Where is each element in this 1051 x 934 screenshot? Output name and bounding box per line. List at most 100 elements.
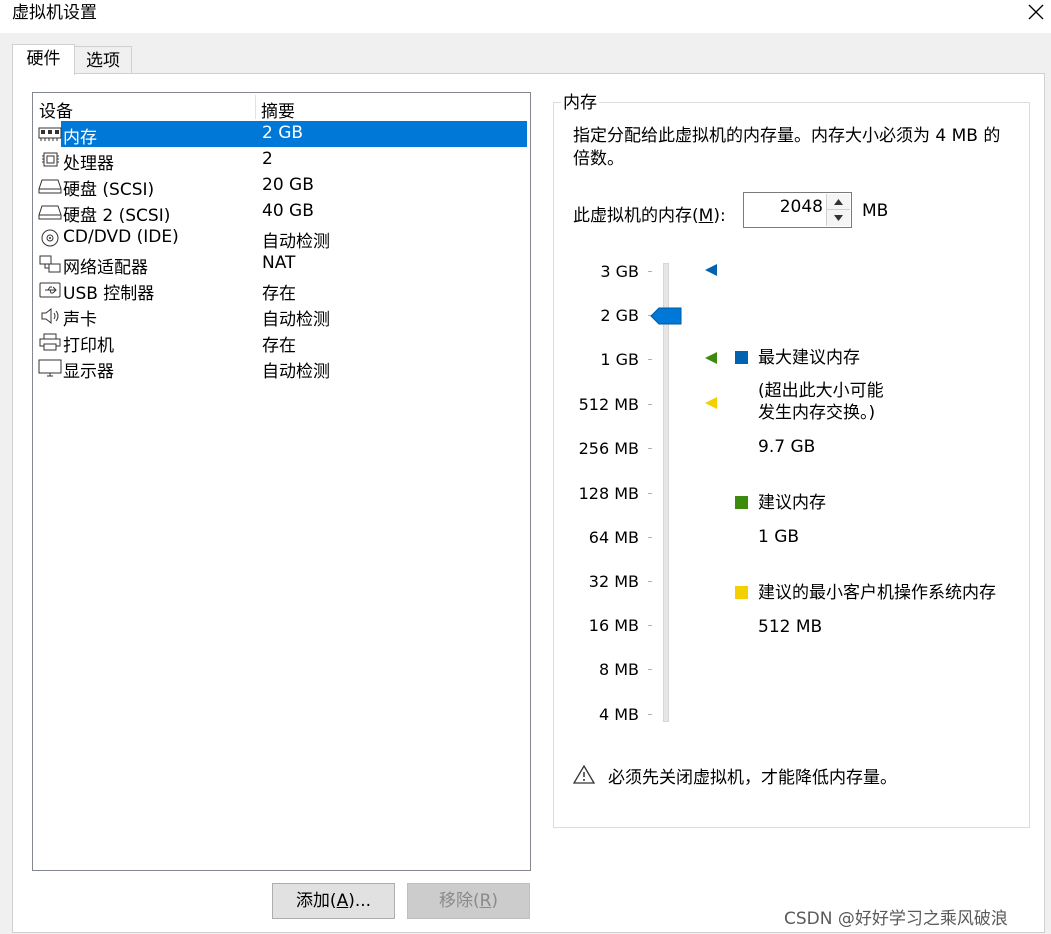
device-name: 声卡: [63, 310, 97, 330]
scale-tick: [648, 714, 652, 715]
device-row-hard-disk[interactable]: 硬盘 (SCSI) 20 GB: [35, 173, 529, 200]
device-summary: 存在: [262, 336, 296, 356]
spin-up-button[interactable]: [826, 194, 850, 210]
tab-hardware[interactable]: 硬件: [12, 44, 75, 75]
hard-disk-icon: [38, 205, 62, 220]
max-recommended-title: 最大建议内存: [758, 348, 860, 368]
device-row-hard-disk-2[interactable]: 硬盘 2 (SCSI) 40 GB: [35, 199, 529, 226]
scale-tick: [648, 404, 652, 405]
device-summary: 自动检测: [262, 232, 330, 252]
device-row-cd-dvd[interactable]: CD/DVD (IDE) 自动检测: [35, 225, 529, 252]
title-bar: 虚拟机设置: [0, 0, 1051, 33]
remove-button-prefix: 移除(: [438, 891, 480, 911]
column-header-device[interactable]: 设备: [39, 97, 73, 122]
monitor-icon: [38, 359, 62, 377]
memory-value-input[interactable]: 2048: [780, 197, 823, 217]
memory-unit: MB: [862, 201, 889, 221]
scale-label: 4 MB: [598, 705, 639, 724]
recommended-title: 建议内存: [758, 493, 826, 513]
minimum-marker-icon: [705, 397, 717, 409]
device-summary: 存在: [262, 284, 296, 304]
memory-description: 指定分配给此虚拟机的内存量。内存大小必须为 4 MB 的倍数。: [573, 126, 1001, 169]
printer-icon: [39, 333, 61, 351]
add-button-prefix: 添加(: [295, 891, 337, 911]
close-icon: [1028, 4, 1044, 20]
max-recommended-note-1: (超出此大小可能: [758, 381, 884, 401]
usb-icon: [39, 282, 61, 298]
device-row-display[interactable]: 显示器 自动检测: [35, 355, 529, 382]
device-summary: 2 GB: [262, 123, 304, 143]
list-header: 设备 摘要: [33, 93, 530, 122]
scale-label: 256 MB: [578, 439, 639, 458]
memory-slider-thumb[interactable]: [650, 307, 682, 325]
device-row-printer[interactable]: 打印机 存在: [35, 329, 529, 356]
memory-slider-track[interactable]: [663, 263, 669, 722]
scale-label: 2 GB: [600, 306, 639, 325]
network-adapter-icon: [39, 255, 61, 273]
scale-tick: [648, 581, 652, 582]
device-name: CD/DVD (IDE): [63, 227, 179, 247]
max-recommended-marker-icon: [705, 264, 717, 276]
minimum-square-icon: [735, 586, 748, 599]
recommended-square-icon: [735, 496, 748, 509]
remove-button-mnemonic: R: [479, 891, 492, 911]
add-button[interactable]: 添加(A)...: [272, 883, 395, 919]
device-summary: 自动检测: [262, 310, 330, 330]
watermark: CSDN @好好学习之乘风破浪: [784, 909, 1008, 929]
device-name: 内存: [63, 128, 97, 148]
device-summary: 2: [262, 149, 273, 169]
add-button-mnemonic: A: [336, 891, 349, 911]
cd-dvd-icon: [41, 229, 59, 247]
memory-spinbox[interactable]: 2048: [743, 192, 852, 228]
tab-options[interactable]: 选项: [75, 46, 132, 74]
device-summary: 20 GB: [262, 175, 314, 195]
memory-group-title: 内存: [561, 93, 599, 113]
scale-label: 64 MB: [588, 528, 639, 547]
device-row-usb-controller[interactable]: USB 控制器 存在: [35, 277, 529, 304]
memory-label-mnemonic: M: [698, 206, 714, 226]
scale-tick: [648, 448, 652, 449]
scale-label: 1 GB: [600, 350, 639, 369]
recommended-value: 1 GB: [758, 527, 800, 547]
scale-label: 512 MB: [578, 395, 639, 414]
device-name: 网络适配器: [63, 258, 148, 278]
device-row-sound-card[interactable]: 声卡 自动检测: [35, 303, 529, 330]
scale-tick: [648, 669, 652, 670]
warning-text: 必须先关闭虚拟机，才能降低内存量。: [608, 768, 897, 788]
device-row-memory[interactable]: 内存 2 GB: [35, 121, 529, 148]
device-name: 打印机: [63, 336, 114, 356]
device-name: 处理器: [63, 154, 114, 174]
recommended-marker-icon: [705, 352, 717, 364]
remove-button-suffix: ): [491, 891, 499, 911]
minimum-value: 512 MB: [758, 617, 823, 637]
scale-tick: [648, 625, 652, 626]
device-list[interactable]: 设备 摘要 内存 2 GB 处理器 2 硬盘 (SCSI) 20 GB 硬盘 2…: [32, 92, 531, 871]
device-name: 显示器: [63, 362, 114, 382]
device-name: USB 控制器: [63, 284, 155, 304]
max-recommended-note-2: 发生内存交换。): [758, 403, 876, 423]
warning-icon: [573, 764, 595, 784]
device-name: 硬盘 (SCSI): [63, 180, 155, 200]
scale-tick: [648, 359, 652, 360]
minimum-title: 建议的最小客户机操作系统内存: [758, 583, 996, 603]
memory-label-prefix: 此虚拟机的内存(: [573, 206, 699, 226]
device-summary: 自动检测: [262, 362, 330, 382]
spin-down-button[interactable]: [826, 210, 850, 226]
max-recommended-value: 9.7 GB: [758, 437, 816, 457]
scale-tick: [648, 493, 652, 494]
scale-label: 32 MB: [588, 572, 639, 591]
remove-button[interactable]: 移除(R): [407, 883, 530, 919]
hard-disk-icon: [38, 179, 62, 194]
triangle-down-icon: [834, 215, 843, 221]
device-row-processor[interactable]: 处理器 2: [35, 147, 529, 174]
scale-tick: [648, 271, 652, 272]
column-divider[interactable]: [255, 95, 256, 119]
scale-label: 3 GB: [600, 262, 639, 281]
scale-tick: [648, 537, 652, 538]
memory-label-suffix: ):: [713, 206, 726, 226]
column-header-summary[interactable]: 摘要: [261, 97, 295, 122]
speaker-icon: [41, 307, 59, 325]
device-row-network-adapter[interactable]: 网络适配器 NAT: [35, 251, 529, 278]
close-button[interactable]: [1021, 0, 1051, 24]
scale-label: 8 MB: [598, 660, 639, 679]
